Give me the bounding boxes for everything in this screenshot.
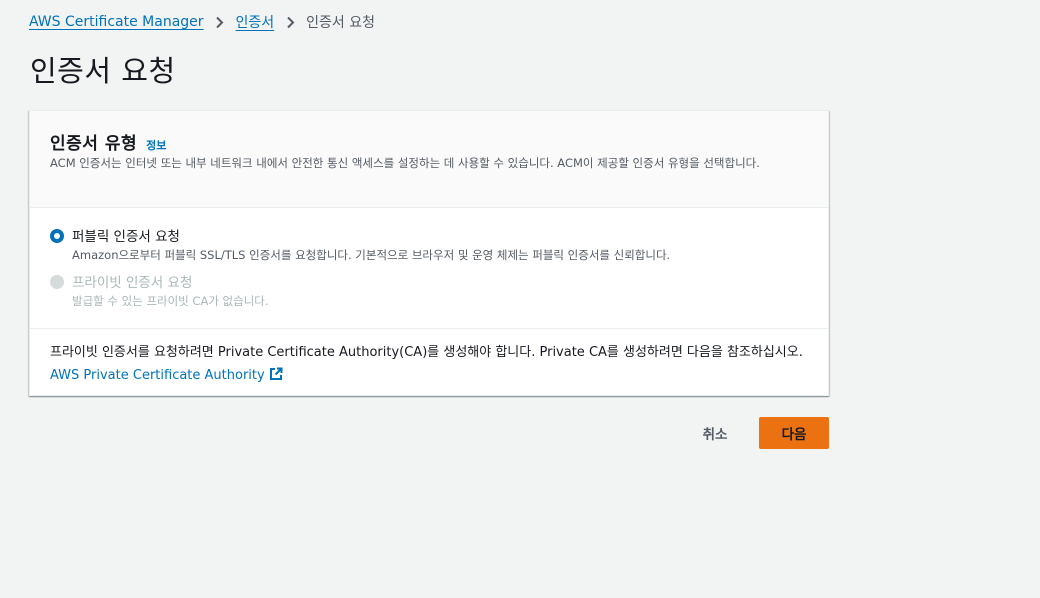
certificate-type-radio-group: 퍼블릭 인증서 요청 Amazon으로부터 퍼블릭 SSL/TLS 인증서를 요…: [50, 225, 810, 317]
radio-option-private: 프라이빗 인증서 요청 발급할 수 있는 프라이빗 CA가 없습니다.: [50, 271, 810, 317]
panel-divider: [30, 328, 828, 329]
private-ca-notice-text: 프라이빗 인증서를 요청하려면 Private Certificate Auth…: [50, 345, 803, 360]
radio-private-disabled: [50, 275, 64, 289]
info-link[interactable]: 정보: [146, 137, 166, 153]
radio-public-checked[interactable]: [50, 229, 64, 243]
external-link-icon: [269, 366, 283, 389]
page-title: 인증서 요청: [30, 54, 176, 88]
radio-private-description: 발급할 수 있는 프라이빗 CA가 없습니다.: [72, 294, 269, 308]
radio-public-label[interactable]: 퍼블릭 인증서 요청: [72, 225, 180, 245]
certificate-type-title: 인증서 유형: [50, 134, 138, 154]
next-button[interactable]: 다음: [759, 417, 829, 449]
certificate-type-panel: 인증서 유형 정보 ACM 인증서는 인터넷 또는 내부 네트워크 내에서 안전…: [29, 110, 829, 396]
chevron-right-icon: [274, 12, 306, 32]
certificate-type-title-row: 인증서 유형 정보: [50, 129, 166, 154]
radio-private-label: 프라이빗 인증서 요청: [72, 275, 193, 291]
breadcrumb-certificates-link[interactable]: 인증서: [236, 12, 275, 32]
aws-private-ca-link[interactable]: AWS Private Certificate Authority: [50, 367, 283, 383]
cancel-button[interactable]: 취소: [688, 417, 742, 449]
private-ca-notice: 프라이빗 인증서를 요청하려면 Private Certificate Auth…: [50, 341, 812, 389]
radio-option-public[interactable]: 퍼블릭 인증서 요청 Amazon으로부터 퍼블릭 SSL/TLS 인증서를 요…: [50, 225, 810, 271]
chevron-right-icon: [204, 12, 236, 32]
certificate-type-description: ACM 인증서는 인터넷 또는 내부 네트워크 내에서 안전한 통신 액세스를 …: [50, 156, 760, 170]
radio-public-description: Amazon으로부터 퍼블릭 SSL/TLS 인증서를 요청합니다. 기본적으로…: [72, 248, 671, 262]
breadcrumb-current: 인증서 요청: [306, 15, 376, 31]
certificate-type-header: 인증서 유형 정보 ACM 인증서는 인터넷 또는 내부 네트워크 내에서 안전…: [30, 111, 828, 208]
breadcrumb-acm-link[interactable]: AWS Certificate Manager: [29, 14, 204, 30]
aws-private-ca-link-label[interactable]: AWS Private Certificate Authority: [50, 368, 265, 383]
breadcrumb: AWS Certificate Manager 인증서 인증서 요청: [29, 12, 375, 32]
